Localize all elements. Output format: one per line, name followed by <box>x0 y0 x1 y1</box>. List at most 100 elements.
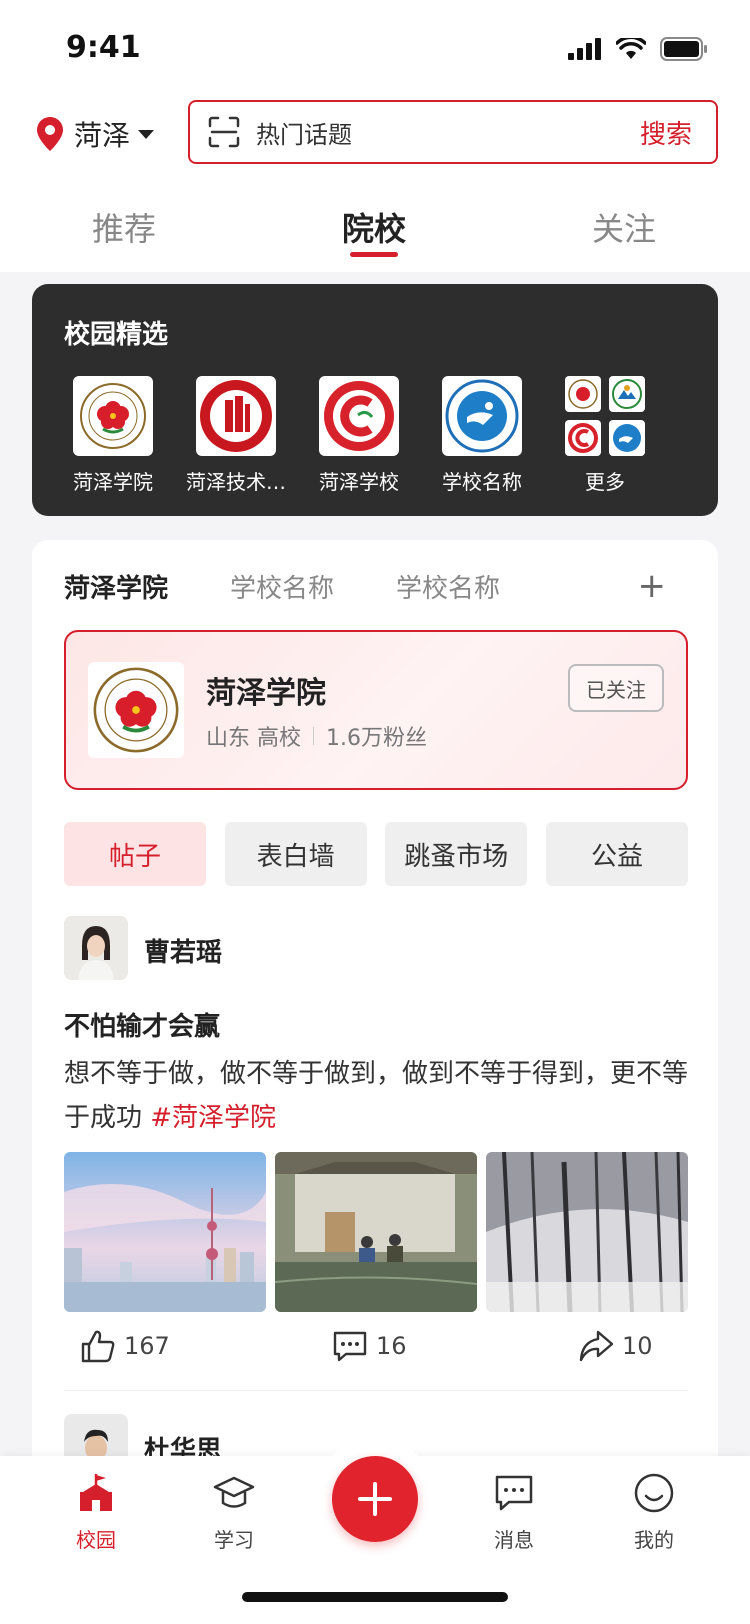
tab-recommend[interactable]: 推荐 <box>92 204 156 250</box>
thumbs-up-icon <box>81 1330 115 1363</box>
search-bar[interactable]: 热门话题 搜索 <box>188 100 718 164</box>
school-logo <box>73 376 153 456</box>
post-body: 想不等于做，做不等于做到，做到不等于得到，更不等于成功 #菏泽学院 <box>64 1052 688 1140</box>
school-name: 菏泽技术… <box>186 470 286 494</box>
mountain-emblem-icon <box>612 379 642 409</box>
post-title: 不怕输才会赢 <box>64 1012 221 1042</box>
nav-label: 学习 <box>214 1528 254 1552</box>
meta-separator <box>313 727 314 745</box>
tab-indicator <box>350 252 398 257</box>
signal-icon <box>568 38 601 60</box>
graduation-cap-icon <box>213 1476 255 1508</box>
nav-campus[interactable]: 校园 <box>46 1472 146 1553</box>
school-name: 学校名称 <box>442 470 522 494</box>
category-posts[interactable]: 帖子 <box>64 822 206 886</box>
school-name: 更多 <box>585 470 625 494</box>
featured-school-2[interactable]: 菏泽技术… <box>171 376 301 495</box>
user-avatar-image <box>64 916 128 980</box>
comment-icon <box>333 1331 367 1362</box>
school-c-emblem-icon <box>568 423 598 453</box>
post-divider <box>64 1390 688 1391</box>
status-icons <box>568 36 708 62</box>
school-logo <box>319 376 399 456</box>
share-icon <box>579 1330 614 1362</box>
school-fans: 1.6万粉丝 <box>326 726 427 751</box>
school-tab-2[interactable]: 学校名称 <box>230 568 334 605</box>
campus-icon <box>80 1474 112 1511</box>
city-skyline-image <box>64 1152 266 1312</box>
flower-emblem-icon <box>80 383 146 449</box>
plus-icon <box>358 1482 392 1516</box>
share-count: 10 <box>622 1332 653 1360</box>
school-logo <box>196 376 276 456</box>
nav-study[interactable]: 学习 <box>184 1472 284 1553</box>
post-hashtag[interactable]: #菏泽学院 <box>150 1103 276 1133</box>
avatar[interactable] <box>64 916 128 980</box>
featured-school-1[interactable]: 菏泽学院 <box>48 376 178 495</box>
flower-emblem-icon <box>93 667 179 753</box>
nav-label: 我的 <box>634 1528 674 1552</box>
bottom-navigation: 校园 学习 消息 我的 <box>0 1436 750 1624</box>
nav-messages[interactable]: 消息 <box>464 1472 564 1553</box>
add-school-tab-button[interactable]: + <box>638 566 667 606</box>
featured-title: 校园精选 <box>64 320 169 350</box>
status-bar: 9:41 <box>0 0 750 100</box>
flower-emblem-icon <box>568 379 598 409</box>
nav-label: 校园 <box>76 1528 116 1552</box>
school-region: 山东 高校 <box>206 726 301 751</box>
post-photos <box>64 1152 688 1312</box>
post-photo[interactable] <box>275 1152 477 1312</box>
category-tabs: 帖子 表白墙 跳蚤市场 公益 <box>64 822 688 886</box>
category-flea-market[interactable]: 跳蚤市场 <box>385 822 528 886</box>
like-count: 167 <box>124 1332 170 1360</box>
message-icon <box>495 1475 533 1511</box>
post-photo[interactable] <box>486 1152 688 1312</box>
school-logo <box>88 662 184 758</box>
tab-following[interactable]: 关注 <box>592 204 656 250</box>
scan-icon[interactable] <box>208 116 240 148</box>
featured-more[interactable]: 更多 <box>540 376 670 495</box>
create-post-button[interactable] <box>332 1456 418 1542</box>
featured-school-4[interactable]: 学校名称 <box>417 376 547 495</box>
followed-button[interactable]: 已关注 <box>568 664 664 712</box>
school-logo <box>442 376 522 456</box>
share-button[interactable]: 10 <box>578 1328 653 1364</box>
category-charity[interactable]: 公益 <box>545 822 688 886</box>
mini-logo <box>609 376 645 412</box>
school-c-emblem-icon <box>324 381 394 451</box>
status-time: 9:41 <box>66 30 141 65</box>
tech-school-emblem-icon <box>200 380 272 452</box>
comment-button[interactable]: 16 <box>332 1328 407 1364</box>
location-pin-icon <box>37 117 63 151</box>
location-label: 菏泽 <box>74 119 131 152</box>
school-tabs: 菏泽学院 学校名称 学校名称 + <box>64 566 684 618</box>
featured-school-3[interactable]: 菏泽学校 <box>294 376 424 495</box>
comment-count: 16 <box>376 1332 407 1360</box>
tab-schools[interactable]: 院校 <box>342 204 406 250</box>
home-indicator <box>242 1592 508 1602</box>
post-item[interactable]: 曹若瑶 不怕输才会赢 想不等于做，做不等于做到，做到不等于得到，更不等于成功 #… <box>64 916 688 1391</box>
smile-icon <box>634 1473 674 1513</box>
category-confession-wall[interactable]: 表白墙 <box>224 822 367 886</box>
nav-label: 消息 <box>494 1528 534 1552</box>
location-selector[interactable]: 菏泽 <box>36 112 156 156</box>
post-author[interactable]: 曹若瑶 <box>144 932 222 969</box>
swimmer-emblem-icon <box>613 424 641 452</box>
search-button[interactable]: 搜索 <box>640 114 692 151</box>
snowy-forest-image <box>486 1152 688 1312</box>
like-button[interactable]: 167 <box>80 1328 170 1364</box>
search-input[interactable]: 热门话题 <box>256 115 640 150</box>
nav-me[interactable]: 我的 <box>604 1472 704 1553</box>
caret-down-icon <box>138 130 155 139</box>
school-summary-card[interactable]: 菏泽学院 山东 高校 1.6万粉丝 已关注 <box>64 630 688 790</box>
mini-logo <box>565 376 601 412</box>
mini-logo <box>565 420 601 456</box>
school-name: 菏泽学院 <box>206 676 326 711</box>
school-tab-1[interactable]: 菏泽学院 <box>64 568 168 605</box>
school-tab-3[interactable]: 学校名称 <box>396 568 500 605</box>
mini-logo <box>609 420 645 456</box>
wifi-icon <box>616 38 646 59</box>
village-wall-image <box>275 1152 477 1312</box>
post-photo[interactable] <box>64 1152 266 1312</box>
more-schools-grid <box>565 376 645 456</box>
